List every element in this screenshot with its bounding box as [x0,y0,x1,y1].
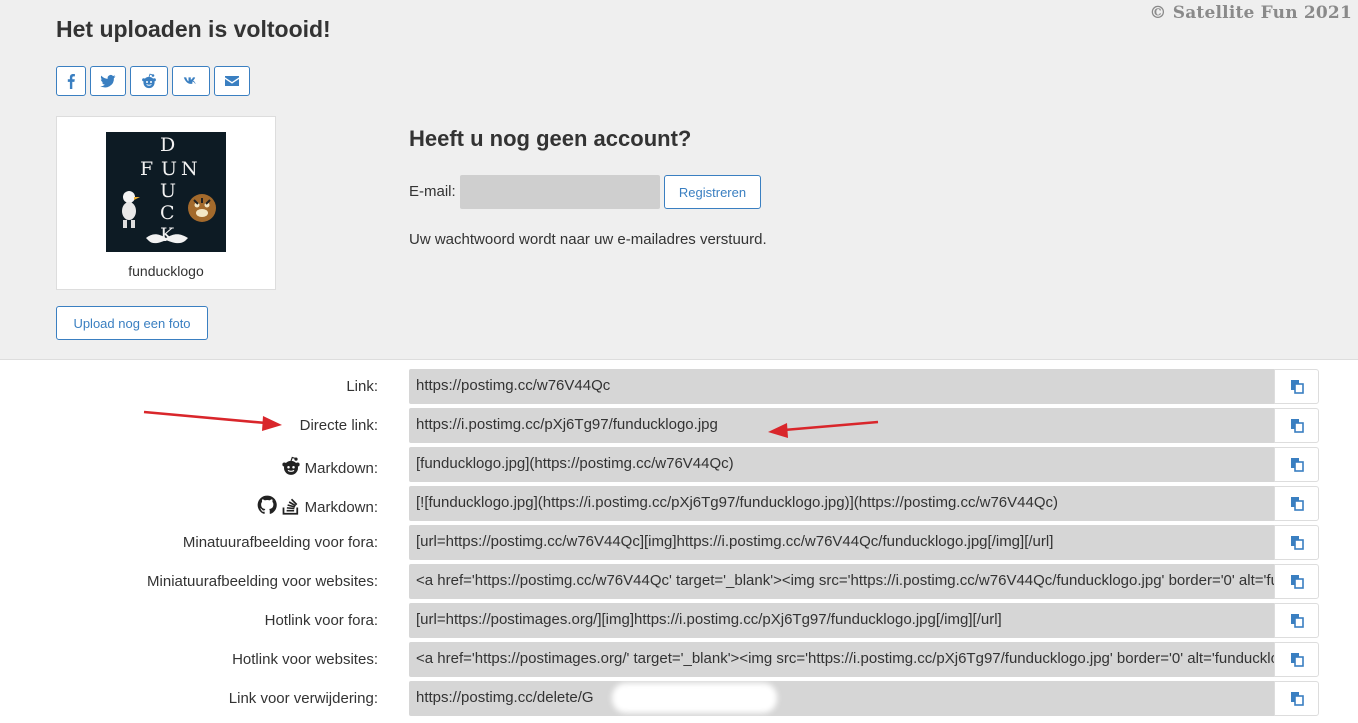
row-label-text: Link voor verwijdering: [228,690,378,707]
reddit-markdown-row: Markdown: [funducklogo.jpg](https://post… [0,447,1358,482]
row-label: Minatuurafbeelding voor fora: [183,534,378,551]
link-row: Link: https://postimg.cc/w76V44Qc [0,369,1358,404]
row-label: Link: [346,378,378,395]
thumbnail-website-field[interactable]: <a href='https://postimg.cc/w76V44Qc' ta… [409,564,1274,599]
copy-icon [1290,380,1304,394]
logo-letter: N [181,158,198,180]
password-note: Uw wachtwoord wordt naar uw e-mailadres … [409,231,767,248]
share-facebook-button[interactable] [56,66,86,96]
copy-icon [1290,692,1304,706]
row-label-text: Miniatuurafbeelding voor websites: [147,573,378,590]
row-label: Markdown: [257,495,378,519]
github-icon [257,495,277,519]
copy-icon [1290,497,1304,511]
row-label: Hotlink voor fora: [265,612,378,629]
copy-button[interactable] [1274,564,1319,599]
copy-icon [1290,614,1304,628]
row-label-text: Directe link: [299,417,378,434]
copy-button[interactable] [1274,369,1319,404]
page-title: Het uploaden is voltooid! [56,16,331,42]
facebook-icon [67,74,75,89]
hotlink-forum-row: Hotlink voor fora: [url=https://postimag… [0,603,1358,638]
thumbnail-forum-field[interactable]: [url=https://postimg.cc/w76V44Qc][img]ht… [409,525,1274,560]
vk-icon [183,77,196,84]
thumbnail-filename: funducklogo [128,263,204,279]
thumbnail-card[interactable]: D F U N U C K funducklogo [56,116,276,290]
hotlink-website-field[interactable]: <a href='https://postimages.org/' target… [409,642,1274,677]
copy-button[interactable] [1274,642,1319,677]
email-label: E-mail: [409,183,456,200]
annotation-arrow-right [768,420,879,438]
copy-button[interactable] [1274,681,1319,716]
row-label: Markdown: [281,456,378,480]
share-vk-button[interactable] [172,66,210,96]
handshake-icon [146,234,188,244]
reddit-icon [142,73,156,89]
register-button[interactable]: Registreren [664,175,761,209]
thumbnail-image[interactable]: D F U N U C K [106,132,226,252]
duck-figure-icon [122,191,140,228]
share-reddit-button[interactable] [130,66,168,96]
share-email-button[interactable] [214,66,250,96]
upload-another-button[interactable]: Upload nog een foto [56,306,208,340]
row-label-text: Markdown: [304,498,378,516]
row-label: Miniatuurafbeelding voor websites: [147,573,378,590]
copy-button[interactable] [1274,486,1319,521]
logo-letter: U [161,158,178,180]
twitter-icon [100,75,116,88]
reddit-icon [281,456,301,480]
row-label: Directe link: [300,417,378,434]
upload-summary-panel: © Satellite Fun 2021 Het uploaden is vol… [0,0,1358,360]
logo-letter: D [160,134,176,156]
copy-icon [1290,653,1304,667]
tiger-icon [188,194,216,222]
redaction-blur [612,683,777,713]
copy-icon [1290,575,1304,589]
row-label-text: Hotlink voor fora: [264,612,378,629]
watermark: © Satellite Fun 2021 [1149,3,1352,23]
copy-button[interactable] [1274,603,1319,638]
github-markdown-field[interactable]: [![funducklogo.jpg](https://i.postimg.cc… [409,486,1274,521]
reddit-markdown-field[interactable]: [funducklogo.jpg](https://postimg.cc/w76… [409,447,1274,482]
row-label-text: Minatuurafbeelding voor fora: [182,534,378,551]
github-markdown-row: Markdown: [![funducklogo.jpg](https://i.… [0,486,1358,521]
row-label-text: Link: [346,378,378,395]
copy-icon [1290,458,1304,472]
hotlink-website-row: Hotlink voor websites: <a href='https://… [0,642,1358,677]
email-input[interactable] [460,175,660,209]
row-label-text: Hotlink voor websites: [232,651,378,668]
annotation-arrow-left [143,410,282,431]
hotlink-forum-field[interactable]: [url=https://postimages.org/][img]https:… [409,603,1274,638]
copy-icon [1290,536,1304,550]
row-label-text: Markdown: [304,459,378,477]
row-label: Link voor verwijdering: [229,690,378,707]
copy-icon [1290,419,1304,433]
share-twitter-button[interactable] [90,66,126,96]
copy-button[interactable] [1274,447,1319,482]
copy-button[interactable] [1274,408,1319,443]
stack-overflow-icon [281,495,301,519]
thumbnail-website-row: Miniatuurafbeelding voor websites: <a hr… [0,564,1358,599]
logo-letter: C [160,202,175,224]
delete-link-field[interactable]: https://postimg.cc/delete/G [409,681,1274,716]
link-field[interactable]: https://postimg.cc/w76V44Qc [409,369,1274,404]
logo-letter: U [160,180,177,202]
share-buttons [56,66,250,96]
thumbnail-forum-row: Minatuurafbeelding voor fora: [url=https… [0,525,1358,560]
logo-letter: F [140,158,154,180]
copy-button[interactable] [1274,525,1319,560]
row-label: Hotlink voor websites: [232,651,378,668]
account-heading: Heeft u nog geen account? [409,126,692,151]
envelope-icon [225,76,239,86]
